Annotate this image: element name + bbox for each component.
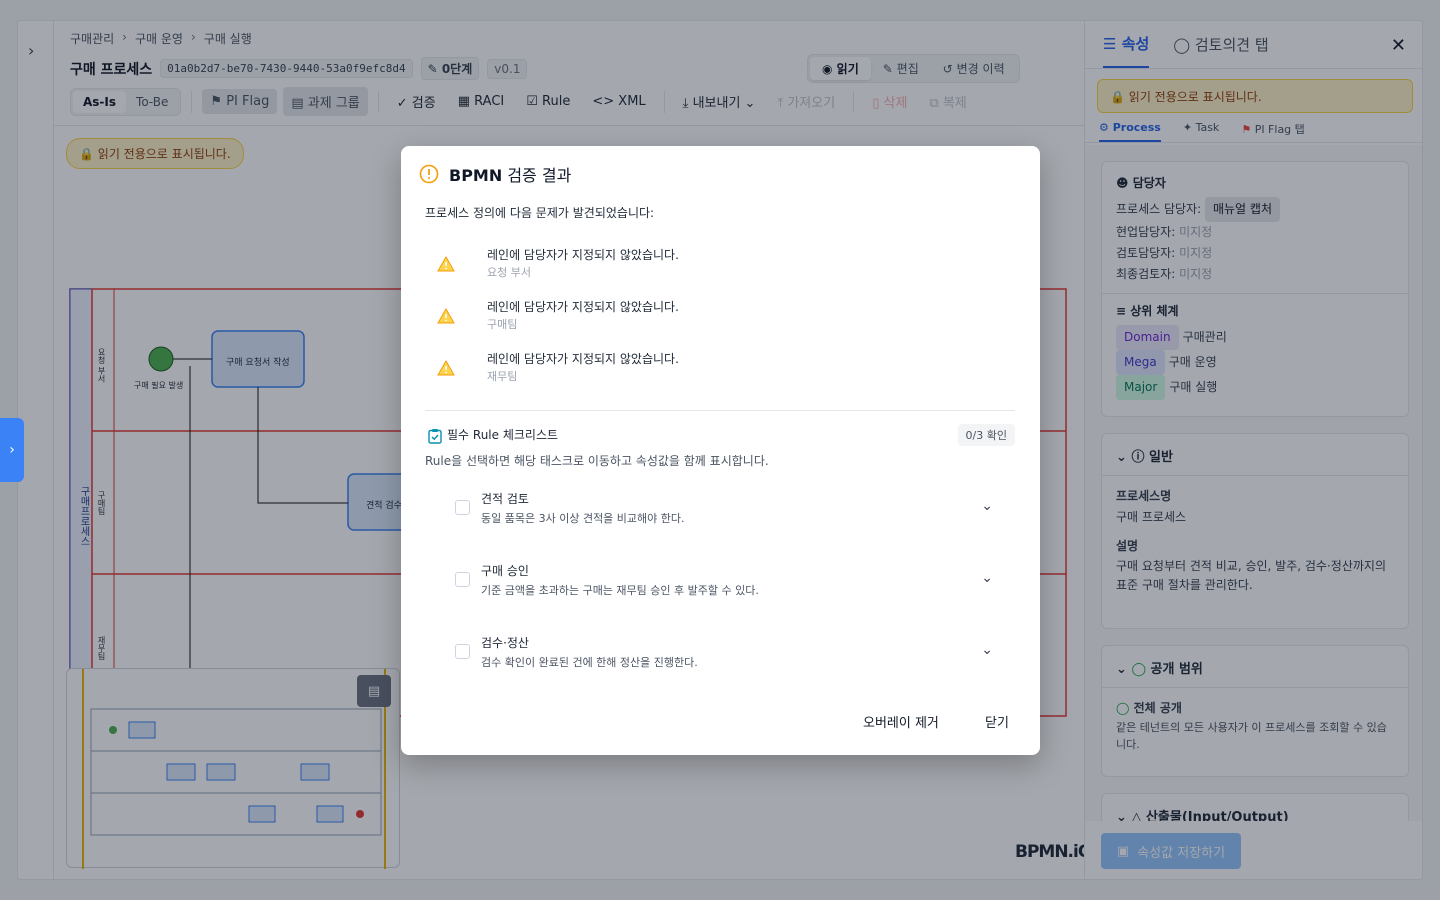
chevron-down-icon[interactable]: ⌄ <box>981 642 993 658</box>
modal-header: BPMN 검증 결과 <box>419 162 571 186</box>
rule-item[interactable]: 구매 승인 기준 금액을 초과하는 구매는 재무팀 승인 후 발주할 수 있다.… <box>449 560 997 610</box>
checklist-header: 필수 Rule 체크리스트 0/3 확인 <box>425 424 1015 448</box>
chevron-right-icon[interactable]: › <box>0 418 24 482</box>
rule-desc: 기준 금액을 초과하는 구매는 재무팀 승인 후 발주할 수 있다. <box>481 584 759 597</box>
rule-title: 검수·정산 <box>481 636 529 650</box>
rule-title: 구매 승인 <box>481 564 529 578</box>
close-button[interactable]: 닫기 <box>985 712 1009 731</box>
validation-modal: BPMN 검증 결과 프로세스 정의에 다음 문제가 발견되었습니다: 레인에 … <box>401 146 1040 755</box>
modal-title-bold: BPMN <box>449 166 503 185</box>
warning-triangle-icon <box>437 308 455 324</box>
rule-desc: 동일 품목은 3사 이상 견적을 비교해야 한다. <box>481 512 685 525</box>
checklist-title: 필수 Rule 체크리스트 <box>447 428 559 442</box>
modal-title-rest: 검증 결과 <box>507 166 572 185</box>
issue-item: 레인에 담당자가 지정되지 않았습니다. 구매팀 <box>425 298 1015 342</box>
warning-triangle-icon <box>437 360 455 376</box>
issue-item: 레인에 담당자가 지정되지 않았습니다. 재무팀 <box>425 350 1015 394</box>
warning-triangle-icon <box>437 256 455 272</box>
rule-title: 견적 검토 <box>481 492 529 506</box>
modal-title: BPMN 검증 결과 <box>449 162 571 186</box>
issue-text: 레인에 담당자가 지정되지 않았습니다. <box>487 248 679 262</box>
issue-text: 레인에 담당자가 지정되지 않았습니다. <box>487 352 679 366</box>
issue-lane: 재무팀 <box>487 370 518 383</box>
issue-item: 레인에 담당자가 지정되지 않았습니다. 요청 부서 <box>425 246 1015 290</box>
rule-item[interactable]: 견적 검토 동일 품목은 3사 이상 견적을 비교해야 한다. ⌄ <box>449 488 997 538</box>
rule-item[interactable]: 검수·정산 검수 확인이 완료된 건에 한해 정산을 진행한다. ⌄ <box>449 632 997 682</box>
issue-text: 레인에 담당자가 지정되지 않았습니다. <box>487 300 679 314</box>
divider <box>425 410 1015 411</box>
rule-checkbox[interactable] <box>455 644 470 659</box>
issue-lane: 구매팀 <box>487 318 518 331</box>
modal-intro: 프로세스 정의에 다음 문제가 발견되었습니다: <box>425 206 655 220</box>
rule-desc: 검수 확인이 완료된 건에 한해 정산을 진행한다. <box>481 656 698 669</box>
issue-lane: 요청 부서 <box>487 266 531 279</box>
checklist-count-badge: 0/3 확인 <box>957 424 1015 446</box>
chevron-down-icon[interactable]: ⌄ <box>981 570 993 586</box>
rule-checkbox[interactable] <box>455 572 470 587</box>
checklist-description: Rule을 선택하면 해당 태스크로 이동하고 속성값을 함께 표시합니다. <box>425 454 769 468</box>
rule-checkbox[interactable] <box>455 500 470 515</box>
chevron-down-icon[interactable]: ⌄ <box>981 498 993 514</box>
alert-circle-icon <box>419 164 439 184</box>
remove-overlay-button[interactable]: 오버레이 제거 <box>863 712 939 731</box>
clipboard-check-icon <box>428 429 442 444</box>
